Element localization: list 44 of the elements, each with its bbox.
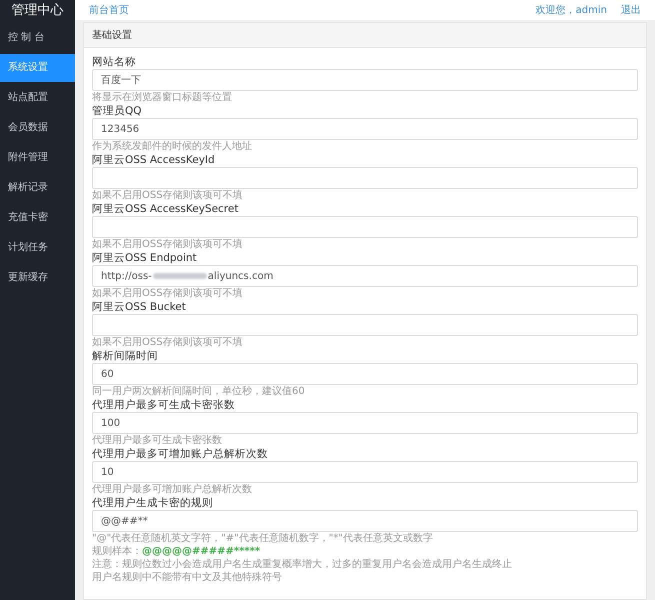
- hint-text: 将显示在浏览器窗口标题等位置: [92, 92, 233, 104]
- field-label: 阿里云OSS AccessKeyId: [92, 154, 216, 166]
- hint-text: 代理用户最多可增加账户总解析次数: [92, 484, 253, 496]
- field-label: 代理用户最多可生成卡密张数: [92, 399, 236, 411]
- hint-text: 如果不启用OSS存储则该项可不填: [92, 288, 244, 300]
- rule-sample-text: 规则样本：@@@@@#####*****: [92, 546, 262, 558]
- hint-text: 如果不启用OSS存储则该项可不填: [92, 337, 244, 349]
- field-label: 网站名称: [92, 56, 137, 68]
- sidebar-item[interactable]: 更新缓存: [0, 264, 75, 292]
- input-field[interactable]: 123456: [92, 118, 638, 140]
- hint-text: "@"代表任意随机英文字符，"#"代表任意随机数字，"*"代表任意英文或数字: [92, 533, 434, 545]
- hint-text: 如果不启用OSS存储则该项可不填: [92, 239, 244, 251]
- field-label: 阿里云OSS Endpoint: [92, 252, 198, 264]
- sidebar-item[interactable]: 会员数据: [0, 114, 75, 142]
- input-field[interactable]: 100: [92, 412, 638, 434]
- hint-text: 同一用户两次解析间隔时间，单位秒，建议值60: [92, 386, 306, 398]
- blurred-text: [152, 273, 207, 279]
- hint-text: 代理用户最多可生成卡密张数: [92, 435, 223, 447]
- sidebar-item[interactable]: 解析记录: [0, 174, 75, 202]
- field-label: 阿里云OSS Bucket: [92, 301, 187, 313]
- input-field[interactable]: [92, 167, 638, 189]
- hint-text: 作为系统发邮件的时候的发件人地址: [92, 141, 253, 153]
- panel-title: 基础设置: [92, 28, 132, 42]
- input-field[interactable]: http://oss- aliyuncs.com: [92, 265, 638, 287]
- sidebar-title: 管理中心: [10, 2, 64, 20]
- input-field[interactable]: 百度一下: [92, 69, 638, 91]
- sidebar-item[interactable]: 附件管理: [0, 144, 75, 172]
- sidebar-item[interactable]: 站点配置: [0, 84, 75, 112]
- hint-text: 如果不启用OSS存储则该项可不填: [92, 190, 244, 202]
- input-field[interactable]: [92, 314, 638, 336]
- input-field[interactable]: 10: [92, 461, 638, 483]
- field-label: 代理用户生成卡密的规则: [92, 497, 214, 509]
- sidebar-item[interactable]: 控 制 台: [0, 24, 75, 52]
- sidebar-item[interactable]: 充值卡密: [0, 204, 75, 232]
- input-field[interactable]: @@##**: [92, 510, 638, 532]
- field-label: 管理员QQ: [92, 105, 143, 117]
- field-label: 解析间隔时间: [92, 350, 159, 362]
- hint-text: 注意：规则位数过小会造成用户名生成重复概率增大，过多的重复用户名会造成用户名生成终止: [92, 559, 513, 571]
- sidebar-item[interactable]: 计划任务: [0, 234, 75, 262]
- field-label: 阿里云OSS AccessKeySecret: [92, 203, 240, 215]
- input-field[interactable]: 60: [92, 363, 638, 385]
- input-field[interactable]: [92, 216, 638, 238]
- hint-text: 用户名规则中不能带有中文及其他特殊符号: [92, 572, 283, 584]
- field-label: 代理用户最多可增加账户总解析次数: [92, 448, 269, 460]
